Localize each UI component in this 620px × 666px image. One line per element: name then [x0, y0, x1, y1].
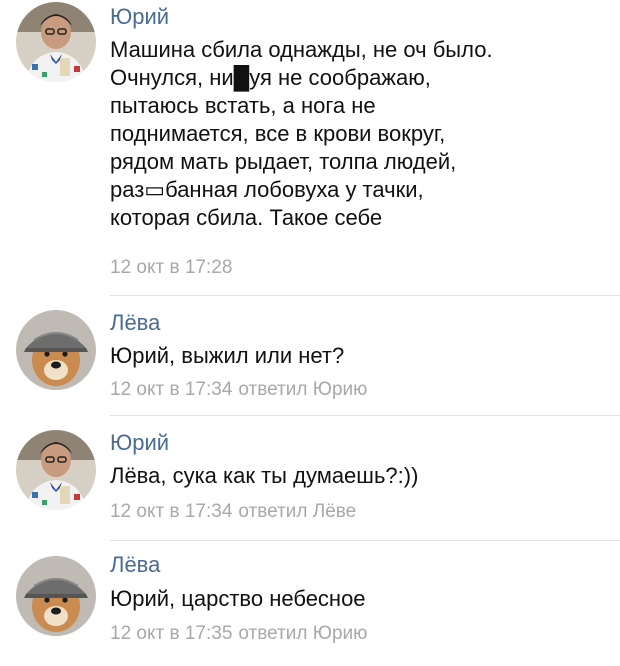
comment-author[interactable]: Юрий: [110, 430, 169, 456]
man-portrait-avatar-icon: [16, 430, 96, 510]
comment-meta: 12 окт в 17:28: [110, 256, 244, 280]
comment-meta: 12 окт в 17:34 ответил Юрию: [110, 378, 373, 402]
man-portrait-avatar-icon: [16, 2, 96, 82]
dog-in-cap-avatar-icon: [16, 310, 96, 390]
avatar[interactable]: [16, 430, 96, 510]
comment-text: Юрий, царство небесное: [110, 586, 366, 611]
dog-in-cap-avatar-icon: [16, 556, 96, 636]
comment-reply-to[interactable]: ответил Юрию: [238, 379, 367, 400]
divider: [110, 415, 620, 416]
comment-reply-to[interactable]: ответил Юрию: [238, 623, 367, 644]
comment-author[interactable]: Юрий: [110, 4, 169, 30]
comment-text: Лёва, сука как ты думаешь?:)): [110, 463, 419, 488]
comment-meta: 12 окт в 17:35 ответил Юрию: [110, 622, 373, 646]
comment-time[interactable]: 12 окт в 17:28: [110, 257, 232, 278]
comment-text: Машина сбила однажды, не оч было. Очнулс…: [110, 37, 493, 230]
comment-time[interactable]: 12 окт в 17:34: [110, 379, 232, 400]
avatar[interactable]: [16, 2, 96, 82]
comment-time[interactable]: 12 окт в 17:35: [110, 623, 232, 644]
divider: [110, 540, 620, 541]
comment-text: Юрий, выжил или нет?: [110, 343, 345, 368]
comment-reply-to[interactable]: ответил Лёве: [238, 501, 356, 522]
comment-time[interactable]: 12 окт в 17:34: [110, 501, 232, 522]
comment-author[interactable]: Лёва: [110, 310, 160, 336]
divider: [110, 295, 620, 296]
avatar[interactable]: [16, 310, 96, 390]
comment-author[interactable]: Лёва: [110, 552, 160, 578]
avatar[interactable]: [16, 556, 96, 636]
comment-meta: 12 окт в 17:34 ответил Лёве: [110, 500, 362, 524]
